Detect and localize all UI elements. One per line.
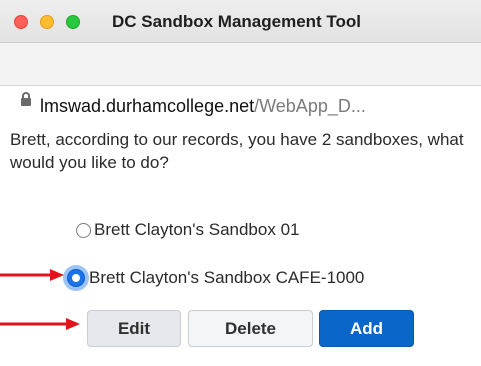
close-window-button[interactable] [14, 15, 28, 29]
address-bar[interactable]: lmswad.durhamcollege.net/WebApp_D... [0, 43, 481, 116]
add-button[interactable]: Add [319, 310, 414, 347]
url-domain: lmswad.durhamcollege.net [40, 96, 255, 116]
radio-button-unselected[interactable] [76, 222, 91, 238]
minimize-window-button[interactable] [40, 15, 54, 29]
records-message: Brett, according to our records, you hav… [10, 130, 464, 172]
radio-button-selected[interactable] [63, 265, 89, 291]
sandbox-option-cafe-1000[interactable]: Brett Clayton's Sandbox CAFE-1000 [63, 265, 364, 291]
edit-button[interactable]: Edit [87, 310, 181, 347]
delete-button[interactable]: Delete [188, 310, 313, 347]
zoom-window-button[interactable] [66, 15, 80, 29]
lock-icon [21, 92, 31, 106]
url-text[interactable]: lmswad.durhamcollege.net/WebApp_D... [40, 96, 366, 117]
sandbox-option-label: Brett Clayton's Sandbox 01 [94, 220, 300, 239]
url-path: /WebApp_D... [254, 96, 366, 116]
window-title-bar: DC Sandbox Management Tool [0, 0, 481, 43]
annotation-arrow-radio-icon [0, 269, 64, 281]
sandbox-option-label: Brett Clayton's Sandbox CAFE-1000 [89, 268, 365, 287]
window-title: DC Sandbox Management Tool [112, 12, 362, 31]
sandbox-option-01[interactable]: Brett Clayton's Sandbox 01 [76, 220, 299, 240]
annotation-arrow-edit-icon [0, 318, 80, 330]
